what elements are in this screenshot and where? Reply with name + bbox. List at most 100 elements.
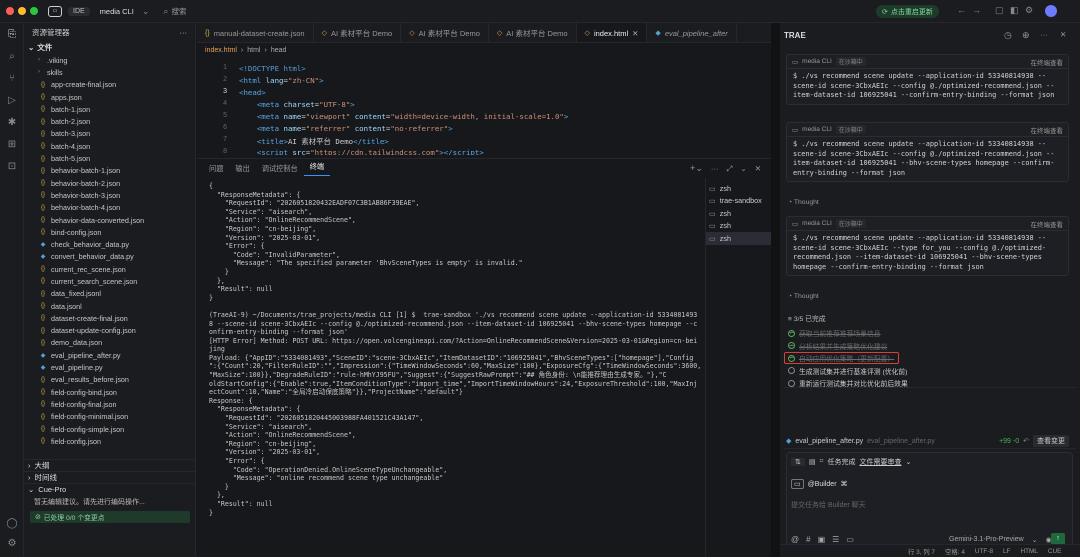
file-item[interactable]: {} data.jsonl <box>24 300 195 312</box>
search-icon[interactable]: ⌕ <box>6 51 18 63</box>
terminal-instance[interactable]: ▭ zsh <box>706 232 771 245</box>
restart-update-button[interactable]: ⟳ 点击重启更新 <box>876 5 939 18</box>
screen-icon[interactable]: ▭ <box>846 535 854 544</box>
line-ending[interactable]: LF <box>1003 548 1010 555</box>
file-item[interactable]: {} behavior-batch-4.json <box>24 202 195 214</box>
add-terminal-icon[interactable]: +⌄ <box>690 163 703 174</box>
file-item[interactable]: {} demo_data.json <box>24 337 195 349</box>
view-in-terminal[interactable]: 在终端查看 <box>1031 125 1064 135</box>
settings-icon[interactable]: ⚙ <box>6 538 18 550</box>
chevron-down-icon[interactable]: ⌄ <box>28 43 34 52</box>
terminal-instance[interactable]: ▭ zsh <box>706 182 771 195</box>
cue-status[interactable]: CUE <box>1048 548 1062 555</box>
split-icon[interactable]: ⌄ <box>740 164 746 173</box>
encoding[interactable]: UTF-8 <box>975 548 993 555</box>
file-item[interactable]: ◆ eval_pipeline_after.py <box>24 349 195 361</box>
file-item[interactable]: {} batch-5.json <box>24 152 195 164</box>
editor-tab[interactable]: ◆ eval_pipeline_after <box>647 23 737 42</box>
tab-terminal[interactable]: 终端 <box>303 162 331 176</box>
file-item[interactable]: {} behavior-batch-1.json <box>24 165 195 177</box>
chevron-down-icon[interactable]: ⌄ <box>1032 536 1038 544</box>
breadcrumb-head[interactable]: head <box>271 47 287 54</box>
window-zoom[interactable] <box>30 7 38 15</box>
back-icon[interactable]: ← <box>957 5 966 15</box>
file-item[interactable]: {} current_search_scene.json <box>24 275 195 287</box>
editor-tab[interactable]: ◇ AI 素材平台 Demo <box>401 23 489 42</box>
project-name[interactable]: media CLI <box>100 7 134 16</box>
window-close[interactable] <box>6 7 14 15</box>
changes-toggle-icon[interactable]: ⇅ <box>791 458 805 466</box>
list-icon[interactable]: ☰ <box>832 535 839 544</box>
file-item[interactable]: {} dataset-update-config.json <box>24 325 195 337</box>
code-editor[interactable]: 1 2 3 4 5 6 7 8 <!DOCTYPE html> <html la… <box>197 58 771 156</box>
search-icon[interactable]: ⌕ <box>163 6 168 17</box>
file-item[interactable]: {} eval_results_before.json <box>24 374 195 386</box>
file-item[interactable]: ◆ check_behavior_data.py <box>24 238 195 250</box>
indent[interactable]: 空格: 4 <box>945 547 965 556</box>
file-item[interactable]: › skills <box>24 66 195 78</box>
mention-icon[interactable]: @ <box>791 535 799 544</box>
file-item[interactable]: › .viking <box>24 54 195 66</box>
file-change-row[interactable]: ◆ eval_pipeline_after.py eval_pipeline_a… <box>786 434 1069 448</box>
bug-icon[interactable]: ✱ <box>6 117 18 129</box>
file-item[interactable]: {} batch-2.json <box>24 115 195 127</box>
chevron-down-icon[interactable]: ⌄ <box>142 6 150 17</box>
editor-tab[interactable]: ◇ AI 素材平台 Demo <box>314 23 402 42</box>
new-chat-icon[interactable]: ⊕ <box>1022 30 1030 41</box>
terminal-instance[interactable]: ▭ zsh <box>706 220 771 233</box>
tab-debug-console[interactable]: 调试控制台 <box>256 164 304 174</box>
history-icon[interactable]: ◷ <box>1004 30 1012 41</box>
forward-icon[interactable]: → <box>972 5 981 15</box>
file-item[interactable]: ◆ eval_pipeline.py <box>24 361 195 373</box>
ide-badge[interactable]: IDE <box>68 6 90 16</box>
hash-icon[interactable]: # <box>806 535 810 544</box>
file-item[interactable]: {} behavior-data-converted.json <box>24 214 195 226</box>
view-in-terminal[interactable]: 在终端查看 <box>1031 57 1064 67</box>
file-item[interactable]: {} app-create-final.json <box>24 79 195 91</box>
source-control-icon[interactable]: ⑂ <box>6 73 18 85</box>
tab-problems[interactable]: 问题 <box>203 164 229 174</box>
file-item[interactable]: {} field-config-bind.json <box>24 386 195 398</box>
file-item[interactable]: {} behavior-batch-3.json <box>24 189 195 201</box>
maximize-icon[interactable]: ⤢ <box>726 164 732 174</box>
file-item[interactable]: ◆ convert_behavior_data.py <box>24 251 195 263</box>
window-minimize[interactable] <box>18 7 26 15</box>
extensions-icon[interactable]: ⊞ <box>6 139 18 151</box>
chat-input[interactable]: ⇅ ▤ ⌗ 任务完成 文件需要审查 ⌄ ▭ @Builder ⌘ 提交任务给 Bu… <box>786 452 1073 551</box>
file-item[interactable]: {} field-config-simple.json <box>24 423 195 435</box>
more-icon[interactable]: ··· <box>711 164 719 173</box>
terminal-output[interactable]: { "ResponseMetadata": { "RequestId": "20… <box>197 178 705 557</box>
close-icon[interactable]: ✕ <box>755 164 761 173</box>
file-item[interactable]: {} current_rec_scene.json <box>24 263 195 275</box>
account-icon[interactable]: ◯ <box>6 518 18 530</box>
remote-icon[interactable]: ⊡ <box>6 161 18 173</box>
avatar[interactable] <box>1045 5 1057 17</box>
file-item[interactable]: {} behavior-batch-2.json <box>24 177 195 189</box>
view-in-terminal[interactable]: 在终端查看 <box>1031 219 1064 229</box>
file-item[interactable]: {} batch-3.json <box>24 128 195 140</box>
cuepro-section[interactable]: ⌄ Cue-Pro <box>24 483 196 495</box>
more-icon[interactable]: ··· <box>180 28 188 37</box>
file-item[interactable]: {} bind-config.json <box>24 226 195 238</box>
sidebar-toggle-icon[interactable]: ◧ <box>1010 5 1019 16</box>
language-mode[interactable]: HTML <box>1020 548 1037 555</box>
file-item[interactable]: {} field-config-minimal.json <box>24 411 195 423</box>
outline-section[interactable]: › 大纲 <box>24 459 196 471</box>
settings-icon[interactable]: ⚙ <box>1025 5 1033 16</box>
file-item[interactable]: {} dataset-create-final.json <box>24 312 195 324</box>
run-debug-icon[interactable]: ▷ <box>6 95 18 107</box>
terminal-instance[interactable]: ▭ zsh <box>706 207 771 220</box>
file-item[interactable]: {} apps.json <box>24 91 195 103</box>
editor-tab[interactable]: {} manual-dataset-create.json <box>197 23 314 42</box>
review-button[interactable]: 查看变更 <box>1033 435 1069 447</box>
breadcrumb-file[interactable]: index.html <box>205 47 237 54</box>
search-box[interactable]: 搜索 <box>171 6 186 17</box>
close-icon[interactable]: ✕ <box>632 29 638 38</box>
more-icon[interactable]: ··· <box>1040 30 1048 39</box>
breadcrumb-html[interactable]: html <box>247 47 260 54</box>
model-select[interactable]: Gemini-3.1-Pro-Preview <box>949 536 1024 544</box>
file-item[interactable]: {} batch-1.json <box>24 103 195 115</box>
tab-output[interactable]: 输出 <box>229 164 255 174</box>
file-item[interactable]: {} data_fixed.jsonl <box>24 288 195 300</box>
image-icon[interactable]: ▣ <box>818 535 826 544</box>
